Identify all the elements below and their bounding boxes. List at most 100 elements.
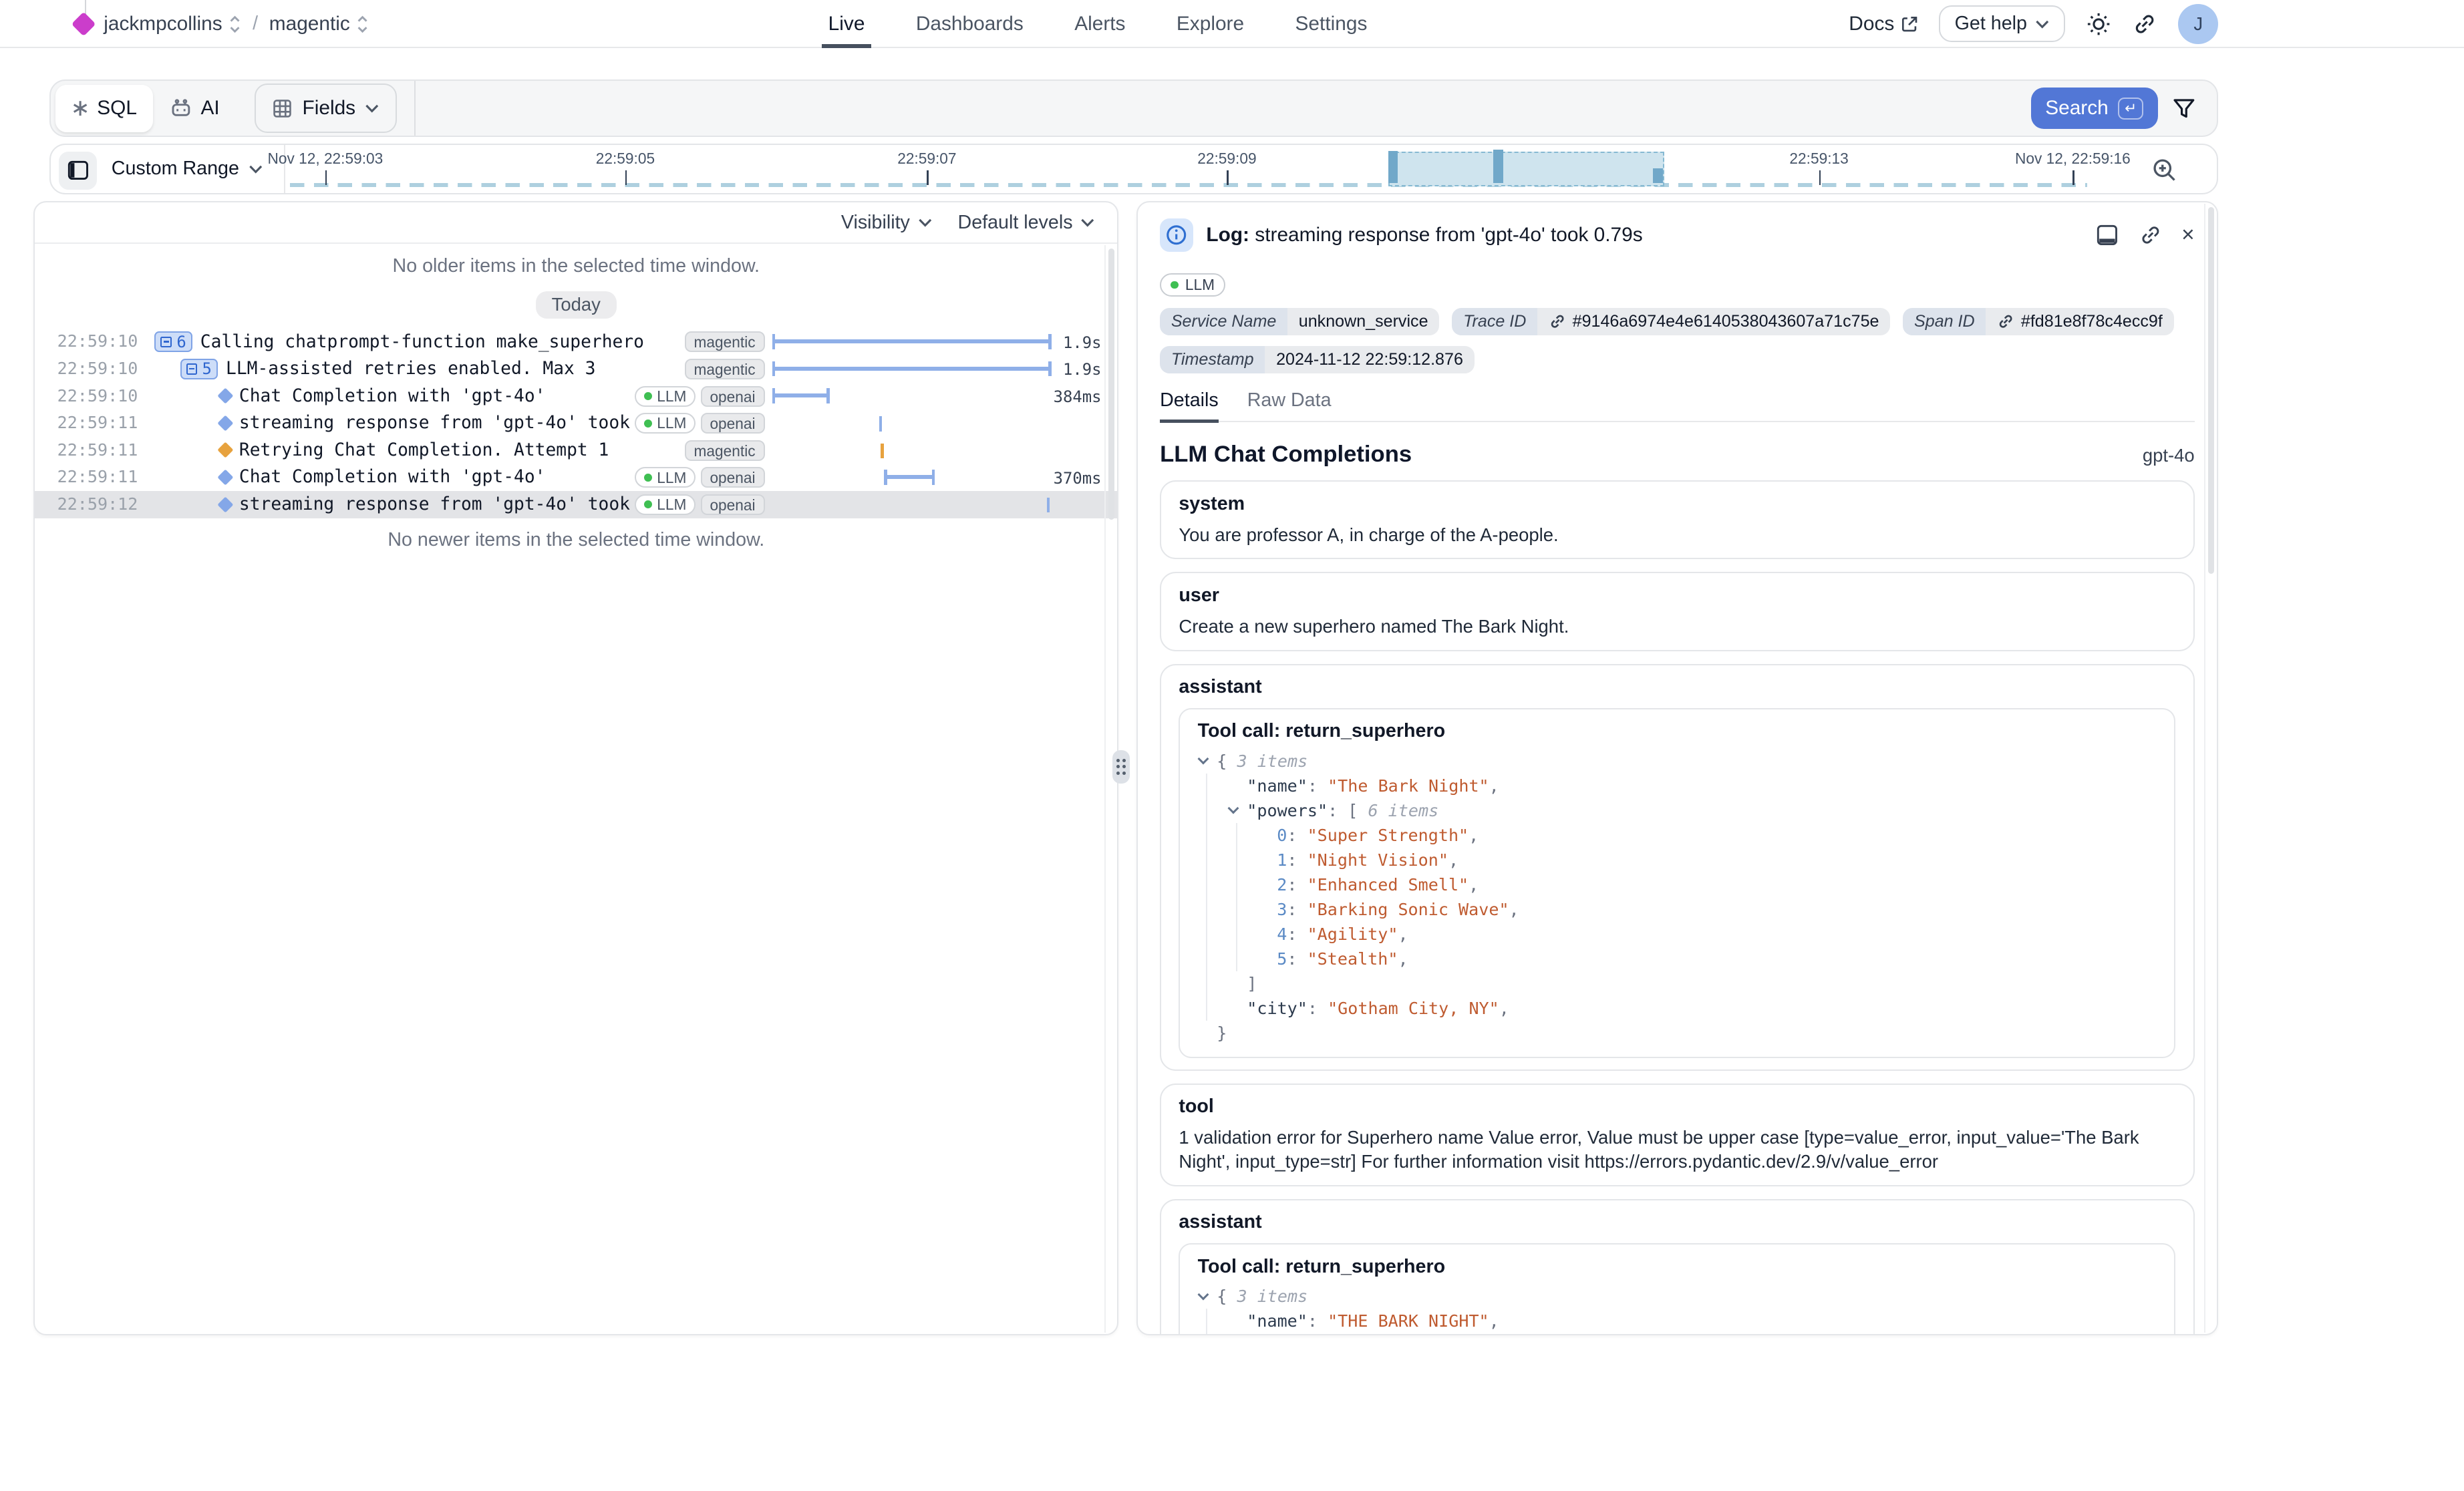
nav-tab-settings[interactable]: Settings bbox=[1295, 0, 1368, 48]
caret-down-icon[interactable] bbox=[1198, 754, 1209, 765]
filter-button[interactable] bbox=[2172, 97, 2196, 121]
meta-span-id[interactable]: Span ID#fd81e8f78c4ecc9f bbox=[1903, 308, 2173, 335]
json-token: ] bbox=[1247, 974, 1257, 993]
chevron-down-icon bbox=[2035, 19, 2049, 29]
tag-label: LLM bbox=[657, 468, 686, 488]
dock-panel-button[interactable] bbox=[2095, 223, 2119, 247]
tag-llm: LLM bbox=[635, 467, 696, 488]
theme-toggle-button[interactable] bbox=[2086, 11, 2111, 37]
meta-value-text: unknown_service bbox=[1299, 312, 1428, 331]
breadcrumb-org[interactable]: jackmpcollins bbox=[104, 13, 241, 35]
json-tree: { 3 items"name": "THE BARK NIGHT","power… bbox=[1198, 1284, 2157, 1334]
share-link-button[interactable] bbox=[2132, 11, 2157, 37]
log-row[interactable]: 22:59:11streaming response from 'gpt-4o'… bbox=[35, 409, 1117, 437]
json-index: 1 bbox=[1277, 850, 1287, 870]
caret-down-icon[interactable] bbox=[1198, 1289, 1209, 1300]
tick-mark bbox=[625, 170, 627, 184]
logo-stem bbox=[85, 0, 86, 14]
get-help-button[interactable]: Get help bbox=[1939, 5, 2065, 42]
log-rows: 22:59:106Calling chatprompt-function mak… bbox=[35, 329, 1117, 518]
histogram-bar bbox=[1388, 151, 1398, 183]
meta-value-text: #9146a6974e4e6140538043607a71c75e bbox=[1573, 312, 1879, 331]
table-icon bbox=[272, 98, 293, 119]
scrollbar-thumb[interactable] bbox=[2208, 207, 2215, 574]
magnifier-plus-icon bbox=[2151, 156, 2178, 184]
logs-scrollbar[interactable] bbox=[1104, 245, 1117, 1332]
visibility-dropdown[interactable]: Visibility bbox=[841, 212, 932, 234]
copy-link-button[interactable] bbox=[2139, 223, 2163, 247]
message-card-system: systemYou are professor A, in charge of … bbox=[1160, 480, 2195, 559]
query-input[interactable] bbox=[416, 81, 2030, 136]
nav-tab-explore[interactable]: Explore bbox=[1177, 0, 1244, 48]
duration-bar-cell bbox=[772, 383, 1052, 410]
user-avatar[interactable]: J bbox=[2178, 4, 2218, 44]
panel-resize-handle[interactable] bbox=[1112, 750, 1130, 784]
nav-tab-alerts[interactable]: Alerts bbox=[1074, 0, 1125, 48]
tag-label: openai bbox=[710, 415, 755, 432]
tag-openai: openai bbox=[701, 413, 765, 434]
json-line: } bbox=[1198, 1021, 2157, 1045]
scrollbar-thumb[interactable] bbox=[1108, 248, 1115, 520]
nav-tab-dashboards[interactable]: Dashboards bbox=[916, 0, 1024, 48]
log-tags: magentic bbox=[685, 359, 765, 379]
json-index: 5 bbox=[1277, 949, 1287, 969]
timeline[interactable]: Nov 12, 22:59:0322:59:0522:59:0722:59:09… bbox=[51, 145, 2217, 193]
nav-tab-live[interactable]: Live bbox=[828, 0, 865, 48]
info-icon bbox=[1160, 218, 1193, 252]
json-line: "name": "THE BARK NIGHT", bbox=[1228, 1309, 2157, 1333]
detail-tab-raw-data[interactable]: Raw Data bbox=[1247, 389, 1332, 421]
tag-label: magentic bbox=[694, 361, 756, 378]
tick-label: Nov 12, 22:59:16 bbox=[2015, 150, 2131, 168]
log-row[interactable]: 22:59:11Chat Completion with 'gpt-4o'LLM… bbox=[35, 464, 1117, 492]
json-line: { 3 items bbox=[1198, 749, 2157, 774]
log-row[interactable]: 22:59:11Retrying Chat Completion. Attemp… bbox=[35, 437, 1117, 464]
meta-row: Service Nameunknown_serviceTrace ID#9146… bbox=[1160, 308, 2195, 335]
timeline-selection[interactable] bbox=[1388, 152, 1664, 187]
default-levels-dropdown[interactable]: Default levels bbox=[958, 212, 1095, 234]
link-icon bbox=[1549, 313, 1566, 330]
caret-down-icon[interactable] bbox=[1228, 803, 1239, 814]
log-tags: LLMopenai bbox=[635, 494, 764, 515]
json-token: [ bbox=[1348, 801, 1368, 820]
log-row[interactable]: 22:59:12streaming response from 'gpt-4o'… bbox=[35, 491, 1117, 518]
breadcrumb-project[interactable]: magentic bbox=[269, 13, 369, 35]
collapse-toggle[interactable]: 5 bbox=[180, 359, 218, 379]
log-row[interactable]: 22:59:106Calling chatprompt-function mak… bbox=[35, 329, 1117, 356]
log-kind-label: Log: bbox=[1206, 224, 1249, 246]
ai-mode-button[interactable]: AI bbox=[153, 85, 236, 133]
tag-llm: LLM bbox=[635, 413, 696, 434]
meta-trace-id[interactable]: Trace ID#9146a6974e4e6140538043607a71c75… bbox=[1452, 308, 1890, 335]
tag-llm: LLM bbox=[635, 494, 696, 515]
log-tags: LLMopenai bbox=[635, 467, 764, 488]
docs-link[interactable]: Docs bbox=[1849, 13, 1918, 35]
log-row[interactable]: 22:59:105LLM-assisted retries enabled. M… bbox=[35, 355, 1117, 383]
collapse-toggle[interactable]: 6 bbox=[154, 331, 192, 352]
org-name: jackmpcollins bbox=[104, 13, 222, 35]
log-timestamp: 22:59:10 bbox=[57, 331, 138, 351]
search-button[interactable]: Search ↵ bbox=[2031, 88, 2158, 129]
tag-label: LLM bbox=[657, 413, 686, 433]
message-card-tool: tool1 validation error for Superhero nam… bbox=[1160, 1084, 2195, 1186]
meta-value: unknown_service bbox=[1287, 308, 1439, 335]
json-token: : bbox=[1307, 776, 1328, 796]
log-marker-icon bbox=[218, 415, 234, 431]
docs-label: Docs bbox=[1849, 13, 1894, 35]
sql-mode-button[interactable]: SQL bbox=[55, 85, 153, 133]
no-newer-items-message: No newer items in the selected time wind… bbox=[35, 529, 1117, 551]
json-index: 0 bbox=[1277, 826, 1287, 845]
json-key: "name" bbox=[1247, 1311, 1307, 1331]
fields-dropdown[interactable]: Fields bbox=[255, 84, 397, 133]
zoom-in-button[interactable] bbox=[2151, 156, 2178, 184]
detail-scrollbar[interactable] bbox=[2204, 204, 2217, 1333]
json-string: "The Bark Night" bbox=[1328, 776, 1489, 796]
duration-text: 384ms bbox=[1054, 387, 1102, 406]
log-row-content: Retrying Chat Completion. Attempt 1 bbox=[220, 440, 609, 460]
close-icon[interactable]: × bbox=[2181, 224, 2195, 246]
json-line: 2: "Enhanced Smell", bbox=[1258, 872, 2157, 897]
detail-tab-details[interactable]: Details bbox=[1160, 389, 1219, 421]
nav-tabs: Live Dashboards Alerts Explore Settings bbox=[828, 0, 1368, 48]
json-line: "powers": [ 6 items bbox=[1228, 1333, 2157, 1334]
collapse-icon bbox=[160, 337, 172, 348]
log-row[interactable]: 22:59:10Chat Completion with 'gpt-4o'LLM… bbox=[35, 383, 1117, 410]
duration-bar-cell bbox=[772, 409, 1052, 437]
